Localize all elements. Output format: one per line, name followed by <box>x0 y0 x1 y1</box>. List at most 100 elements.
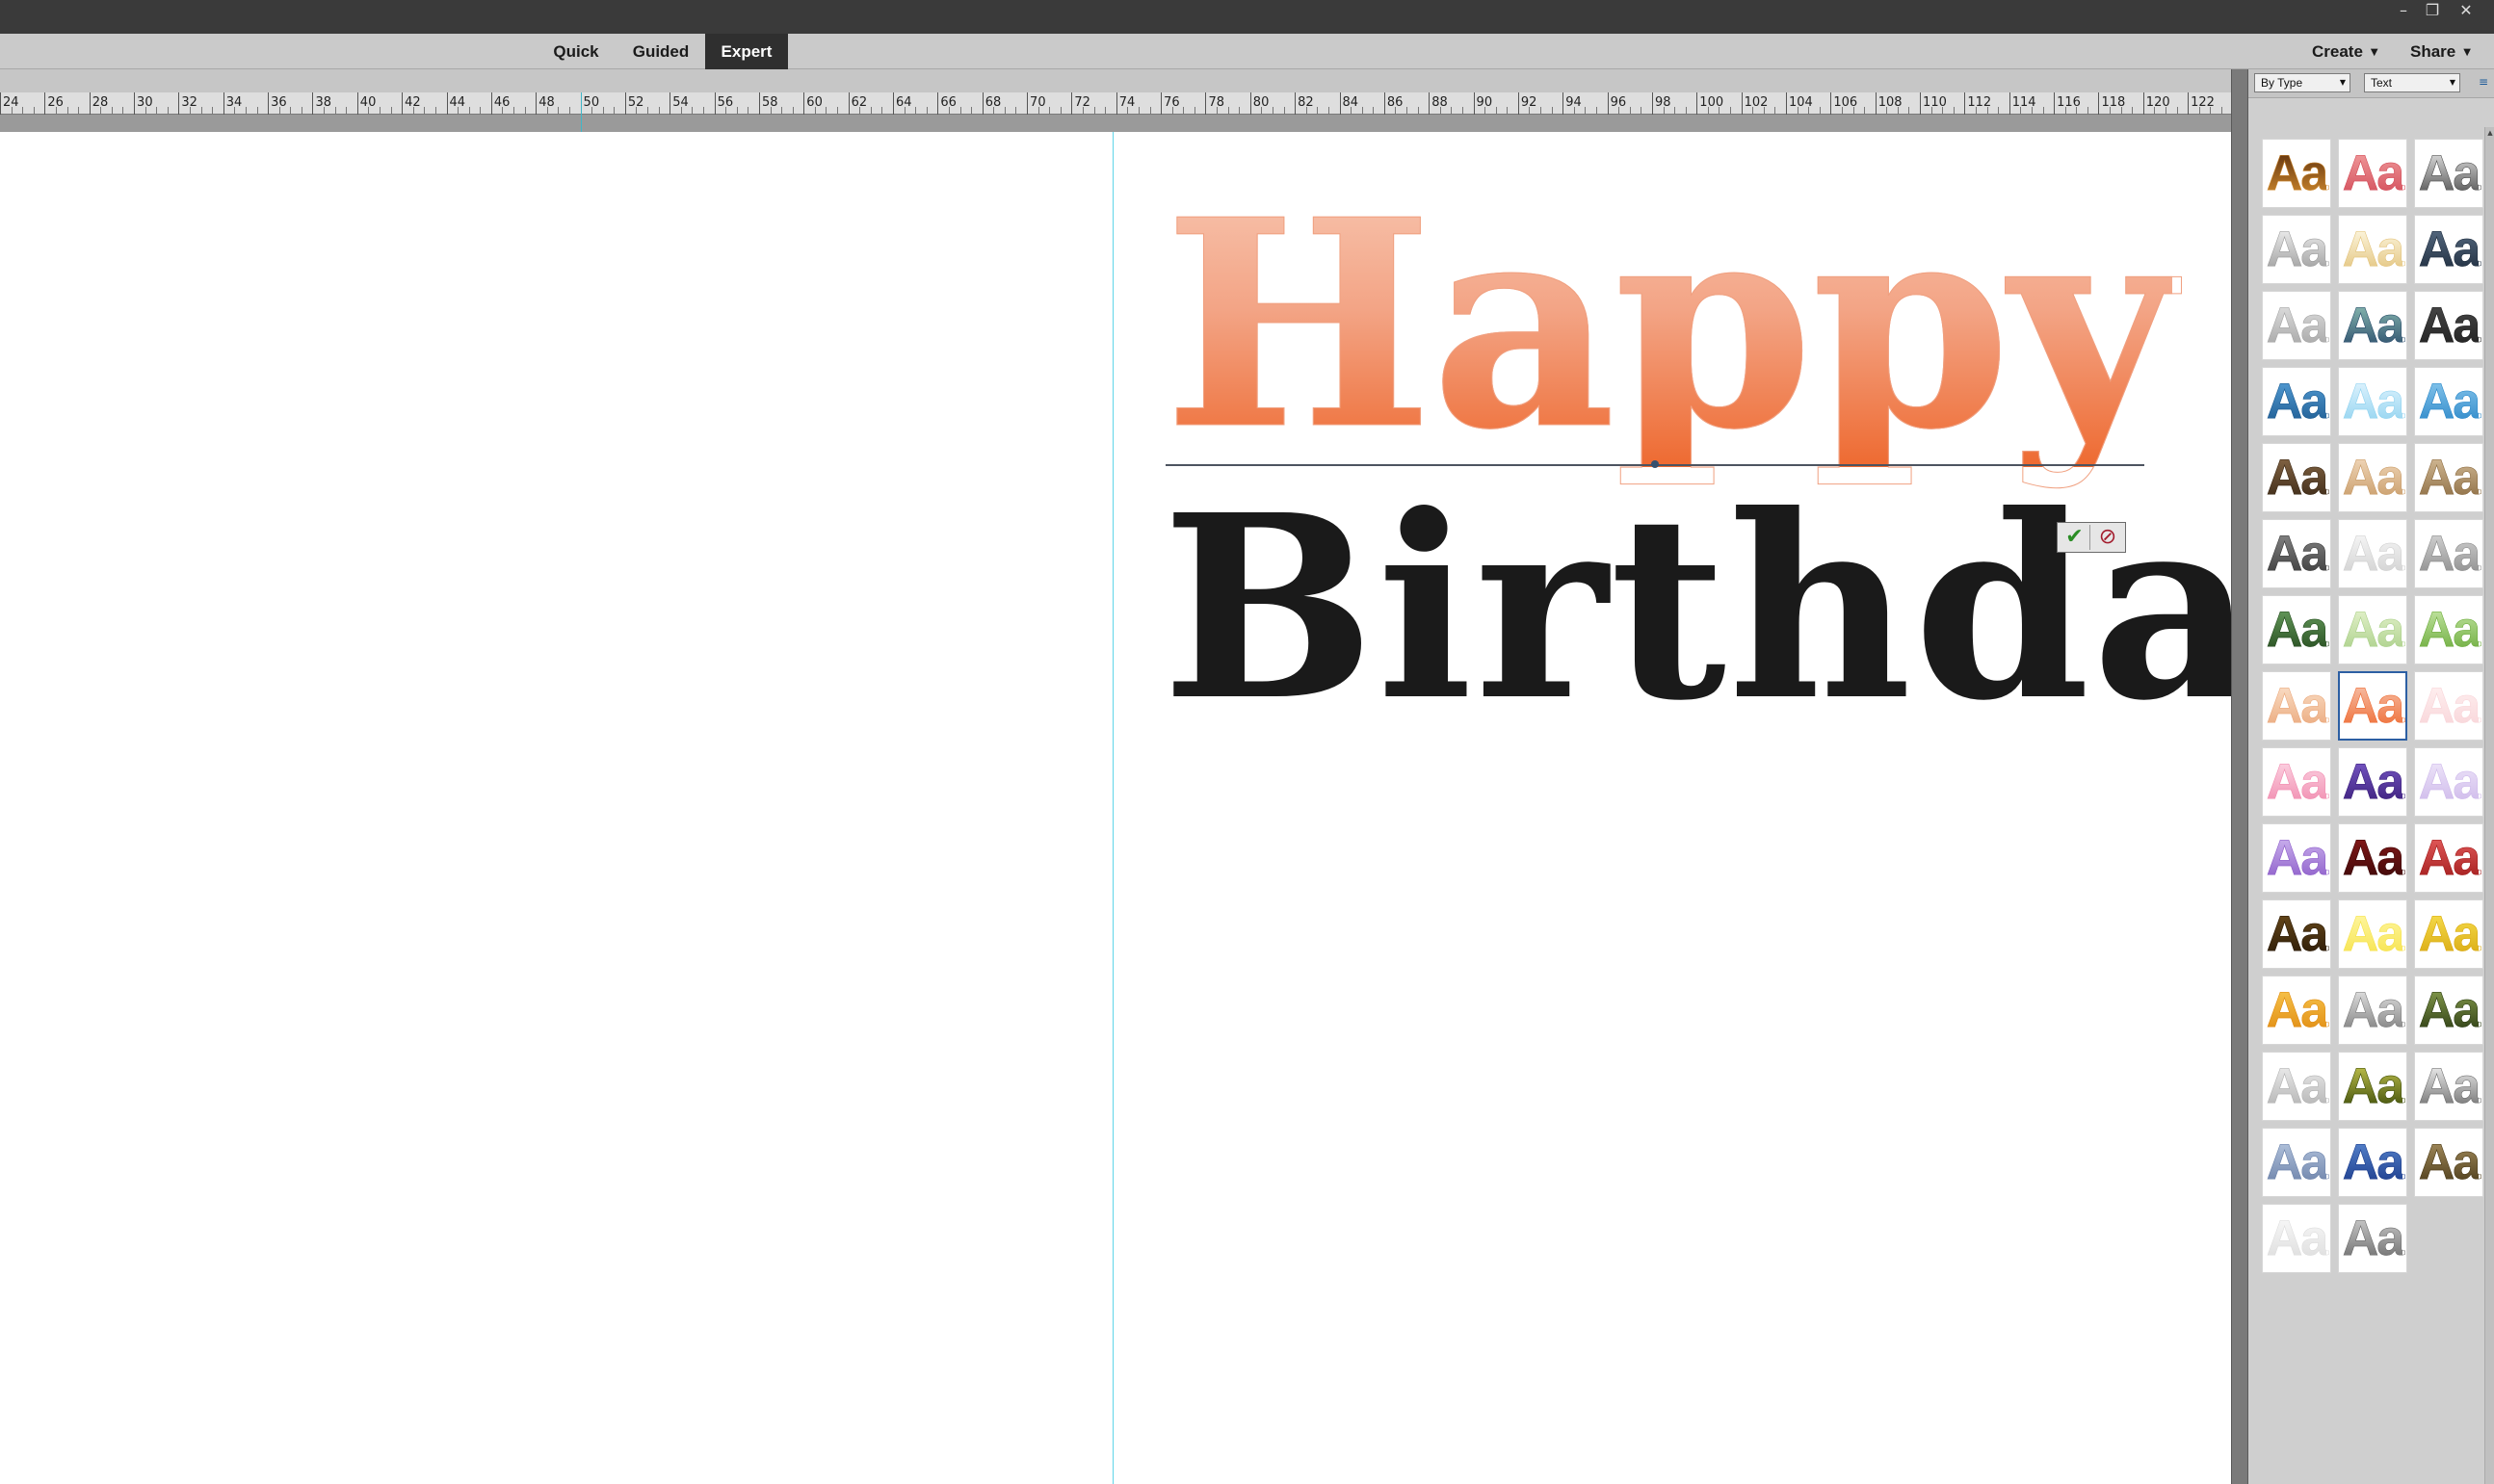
panel-divider[interactable] <box>2231 69 2248 1484</box>
swatch-preview: Aa <box>2266 298 2328 353</box>
style-swatch[interactable]: Aa <box>2338 519 2407 588</box>
ruler-tick <box>624 92 626 115</box>
ruler-minor-tick <box>1596 107 1597 115</box>
ruler-minor-tick <box>781 107 783 115</box>
style-swatch[interactable]: Aa <box>2338 367 2407 436</box>
restore-icon[interactable]: ❐ <box>2418 2 2447 19</box>
style-swatch[interactable]: Aa <box>2338 747 2407 817</box>
create-menu[interactable]: Create ▼ <box>2312 34 2378 69</box>
checkmark-icon[interactable]: ✔ <box>2060 525 2090 550</box>
swatch-preview: Aa <box>2266 754 2328 810</box>
style-swatch[interactable]: Aa <box>2338 443 2407 512</box>
style-swatch[interactable]: Aa <box>2414 1128 2483 1197</box>
style-swatch[interactable]: Aa <box>2338 899 2407 969</box>
ruler-minor-tick <box>1149 107 1151 115</box>
ruler-minor-tick <box>602 107 604 115</box>
style-swatch[interactable]: Aa <box>2338 595 2407 664</box>
happy-text-layer[interactable]: Happy <box>1163 182 2174 468</box>
style-swatch[interactable]: Aa <box>2338 139 2407 208</box>
ruler-minor-tick <box>55 107 57 115</box>
cancel-icon[interactable]: ⊘ <box>2092 525 2123 550</box>
ruler-minor-tick <box>546 107 548 115</box>
style-swatch[interactable]: Aa <box>2338 1204 2407 1273</box>
style-swatch[interactable]: Aa <box>2414 823 2483 893</box>
style-swatch[interactable]: Aa <box>2262 519 2331 588</box>
style-swatch[interactable]: Aa <box>2338 976 2407 1045</box>
style-swatch[interactable]: Aa <box>2414 595 2483 664</box>
tab-quick[interactable]: Quick <box>545 34 607 69</box>
style-swatch[interactable]: Aa <box>2414 976 2483 1045</box>
style-swatch[interactable]: Aa <box>2414 291 2483 360</box>
ruler-minor-tick <box>2110 107 2112 115</box>
style-swatch[interactable]: Aa <box>2262 139 2331 208</box>
ruler-minor-tick <box>2042 107 2044 115</box>
ruler-minor-tick <box>680 107 682 115</box>
style-swatch[interactable]: Aa <box>2414 1052 2483 1121</box>
style-swatch[interactable]: Aa <box>2262 976 2331 1045</box>
style-swatch[interactable]: Aa <box>2262 291 2331 360</box>
swatch-preview: Aa <box>2418 526 2481 582</box>
panel-scrollbar[interactable]: ▲ <box>2484 127 2494 1484</box>
ruler-minor-tick <box>2087 107 2088 115</box>
ruler-tick <box>223 92 224 115</box>
tab-guided[interactable]: Guided <box>626 34 696 69</box>
ruler-tick <box>1027 92 1029 115</box>
style-swatch[interactable]: Aa <box>2414 899 2483 969</box>
style-swatch[interactable]: Aa <box>2414 671 2483 741</box>
close-icon[interactable]: ✕ <box>2452 2 2481 19</box>
guide-line[interactable] <box>1113 132 1114 1484</box>
style-swatch[interactable]: Aa <box>2262 595 2331 664</box>
style-swatch[interactable]: Aa <box>2414 367 2483 436</box>
swatch-preview: Aa <box>2342 450 2404 506</box>
style-swatch[interactable]: Aa <box>2414 519 2483 588</box>
birthday-text-layer[interactable]: Birthday <box>1162 482 2406 734</box>
style-swatch[interactable]: Aa <box>2262 671 2331 741</box>
minimize-icon[interactable]: – <box>2389 2 2418 19</box>
ruler-minor-tick <box>1138 107 1140 115</box>
ruler-minor-tick <box>2220 107 2222 115</box>
style-swatch[interactable]: Aa <box>2414 747 2483 817</box>
style-swatch[interactable]: Aa <box>2414 139 2483 208</box>
panel-menu-icon[interactable]: ≡ <box>2476 75 2491 91</box>
ruler-minor-tick <box>468 107 470 115</box>
swatch-preview: Aa <box>2342 830 2404 886</box>
horizontal-ruler[interactable]: 24 26 28 30 32 34 36 38 40 42 44 46 48 50 52 54 56 58 60 62… <box>0 92 2231 134</box>
ruler-tick <box>402 92 404 115</box>
swatch-preview: Aa <box>2266 982 2328 1038</box>
style-swatch[interactable]: Aa <box>2262 899 2331 969</box>
style-swatch[interactable]: Aa <box>2262 367 2331 436</box>
swatch-preview: Aa <box>2418 221 2481 277</box>
share-menu-label: Share <box>2410 42 2456 61</box>
ruler-tick <box>1295 92 1297 115</box>
tab-expert[interactable]: Expert <box>705 34 788 69</box>
ruler-minor-tick <box>1183 107 1185 115</box>
share-menu[interactable]: Share ▼ <box>2410 34 2471 69</box>
style-swatch[interactable]: Aa <box>2414 215 2483 284</box>
style-swatch[interactable]: Aa <box>2262 443 2331 512</box>
ruler-minor-tick <box>2132 107 2134 115</box>
ruler-minor-tick <box>334 107 336 115</box>
style-swatch[interactable]: Aa <box>2338 215 2407 284</box>
ruler-tick <box>937 92 939 115</box>
style-swatch[interactable]: Aa <box>2262 747 2331 817</box>
filter-type-dropdown[interactable]: By Type ▼ <box>2254 73 2350 92</box>
style-swatch[interactable]: Aa <box>2262 1204 2331 1273</box>
document-canvas[interactable]: Happy Birthday ✔ ⊘ <box>0 132 2404 1484</box>
ruler-minor-tick <box>1953 107 1955 115</box>
style-swatch[interactable]: Aa <box>2262 1052 2331 1121</box>
style-swatch[interactable]: Aa <box>2338 291 2407 360</box>
style-swatch[interactable]: Aa <box>2262 215 2331 284</box>
style-swatch[interactable]: Aa <box>2338 671 2407 741</box>
filter-category-dropdown[interactable]: Text ▼ <box>2364 73 2460 92</box>
style-swatch[interactable]: Aa <box>2414 443 2483 512</box>
style-swatch[interactable]: Aa <box>2338 1128 2407 1197</box>
style-swatch[interactable]: Aa <box>2338 1052 2407 1121</box>
style-swatch[interactable]: Aa <box>2338 823 2407 893</box>
ruler-minor-tick <box>1897 107 1899 115</box>
style-swatch[interactable]: Aa <box>2262 1128 2331 1197</box>
ruler-minor-tick <box>792 107 794 115</box>
ruler-minor-tick <box>959 107 961 115</box>
scroll-up-icon[interactable]: ▲ <box>2485 127 2494 139</box>
style-swatch[interactable]: Aa <box>2262 823 2331 893</box>
swatch-preview: Aa <box>2266 1058 2328 1114</box>
